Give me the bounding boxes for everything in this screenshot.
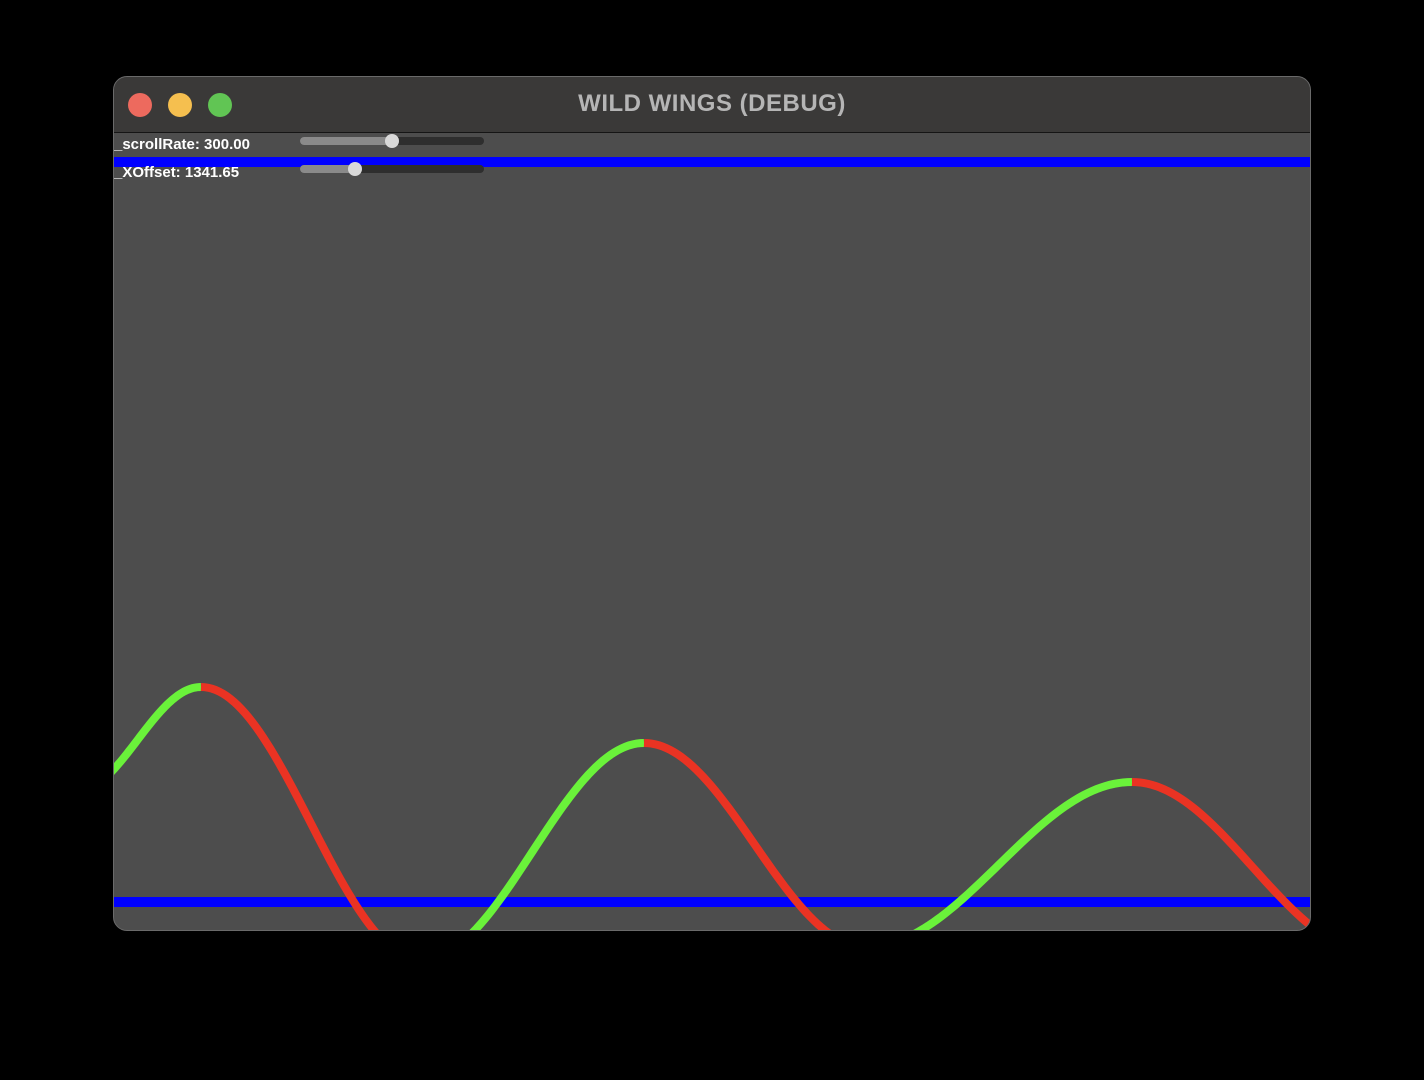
scroll-rate-slider[interactable] <box>300 134 484 148</box>
top-boundary-line <box>114 157 1310 167</box>
scroll-rate-slider-fill <box>300 137 392 145</box>
terrain-curve <box>114 683 1310 930</box>
x-offset-label: _XOffset: 1341.65 <box>114 164 240 181</box>
bottom-boundary-line <box>114 897 1310 907</box>
game-window: WILD WINGS (DEBUG) _scrollRate: 300.00 _… <box>113 76 1311 931</box>
terrain-ascending-segment <box>913 778 1133 930</box>
x-offset-slider-fill <box>300 165 356 173</box>
scroll-rate-slider-thumb[interactable] <box>385 134 399 148</box>
terrain-descending-segment <box>200 683 379 930</box>
x-offset-slider[interactable] <box>300 162 484 176</box>
terrain-descending-segment <box>1131 778 1310 930</box>
window-title: WILD WINGS (DEBUG) <box>578 90 846 117</box>
game-view[interactable]: _scrollRate: 300.00 _XOffset: 1341.65 <box>114 133 1311 931</box>
game-canvas[interactable] <box>114 133 1311 931</box>
title-bar[interactable]: WILD WINGS (DEBUG) <box>114 77 1310 133</box>
terrain-ascending-segment <box>114 683 202 775</box>
scroll-rate-label: _scrollRate: 300.00 <box>114 136 250 153</box>
